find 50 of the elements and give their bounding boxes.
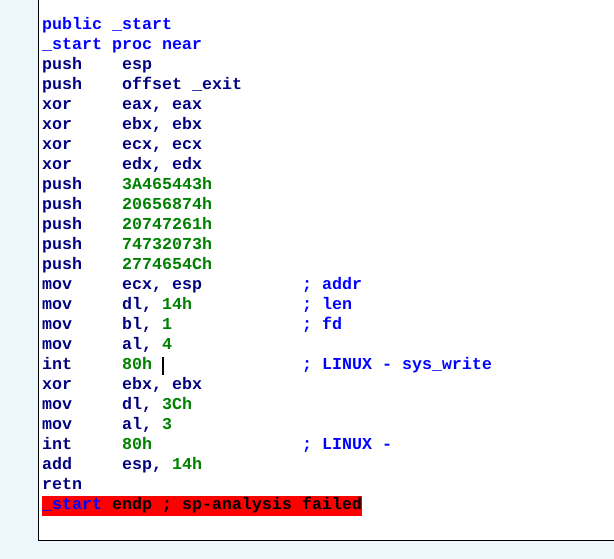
operand: 3A465443h	[122, 176, 212, 196]
operand: eax, eax	[122, 96, 202, 116]
mnemonic: push	[42, 176, 83, 196]
operand: ecx, esp	[122, 276, 202, 296]
mnemonic: xor	[42, 376, 73, 396]
comment: ; addr	[302, 276, 362, 296]
operand: 74732073h	[122, 236, 212, 256]
mnemonic: mov	[42, 396, 73, 416]
operand: 80h	[122, 436, 152, 456]
comment: ; len	[302, 296, 352, 316]
mnemonic: add	[42, 456, 73, 476]
mnemonic: retn	[42, 476, 83, 496]
operand: esp	[122, 56, 152, 76]
mnemonic: push	[42, 256, 83, 276]
operand: bl, 1	[122, 316, 172, 336]
mnemonic: int	[42, 356, 73, 376]
mnemonic: push	[42, 56, 83, 76]
operand: 2774654Ch	[122, 256, 212, 276]
mnemonic: push	[42, 236, 83, 256]
operand: dl, 3Ch	[122, 396, 192, 416]
operand: 20656874h	[122, 196, 212, 216]
operand: 20747261h	[122, 216, 212, 236]
mnemonic: push	[42, 196, 83, 216]
code-line: public _start	[42, 16, 172, 36]
mnemonic: xor	[42, 156, 73, 176]
code-line: _start proc near	[42, 36, 202, 56]
mnemonic: mov	[42, 336, 73, 356]
operand: offset _exit	[122, 76, 242, 96]
mnemonic: int	[42, 436, 73, 456]
operand: ecx, ecx	[122, 136, 202, 156]
mnemonic: mov	[42, 316, 73, 336]
mnemonic: mov	[42, 296, 73, 316]
comment: ; LINUX -	[302, 436, 392, 456]
operand: esp, 14h	[122, 456, 202, 476]
operand: al, 4	[122, 336, 172, 356]
mnemonic: xor	[42, 96, 73, 116]
operand: ebx, ebx	[122, 116, 202, 136]
operand: dl, 14h	[122, 296, 192, 316]
mnemonic: xor	[42, 136, 73, 156]
comment: ; LINUX - sys_write	[302, 356, 492, 376]
mnemonic: push	[42, 76, 83, 96]
mnemonic: push	[42, 216, 83, 236]
mnemonic: mov	[42, 416, 73, 436]
mnemonic: xor	[42, 116, 73, 136]
operand: ebx, ebx	[122, 376, 202, 396]
mnemonic: mov	[42, 276, 73, 296]
operand: edx, edx	[122, 156, 202, 176]
comment: ; fd	[302, 316, 342, 336]
operand: 80h	[122, 356, 152, 376]
operand: al, 3	[122, 416, 172, 436]
